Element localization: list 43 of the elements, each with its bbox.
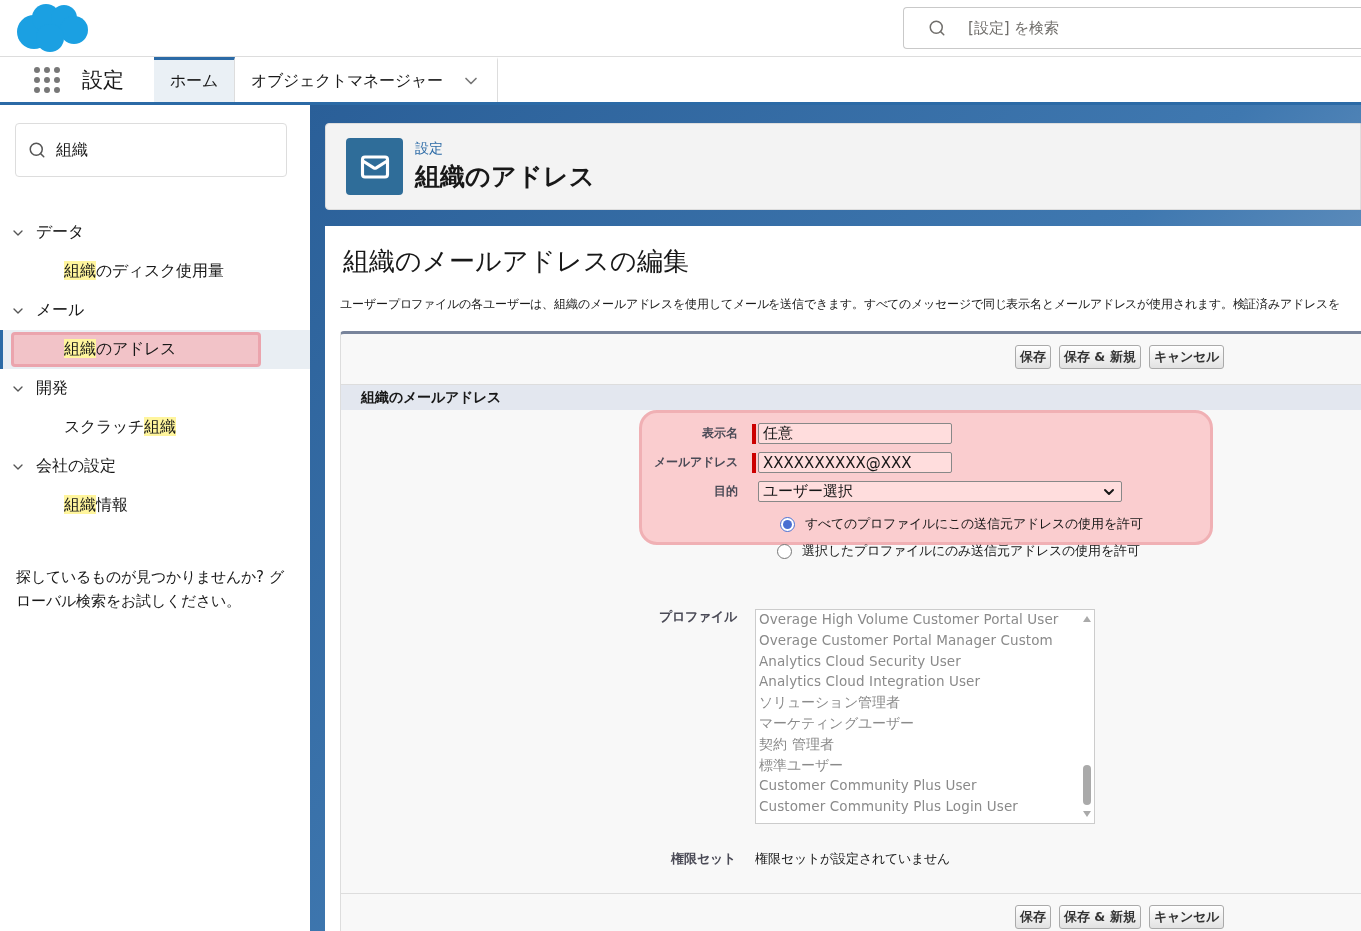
sidebar-item-label[interactable]: スクラッチ組織 (11, 410, 261, 445)
sidebar-group-label[interactable]: 開発 (36, 378, 68, 399)
section-header: 組織のメールアドレス (341, 384, 1361, 410)
sidebar-item[interactable]: 組織のアドレス (0, 330, 310, 369)
field-value: 権限セットが設定されていません (755, 850, 950, 868)
radio-label[interactable]: 選択したプロファイルにのみ送信元アドレスの使用を許可 (802, 542, 1140, 560)
setup-search-field[interactable]: [設定] を検索 (903, 7, 1361, 49)
app-name: 設定 (82, 66, 124, 94)
field-label: プロファイル (659, 609, 738, 626)
sidebar-item-label[interactable]: 組織情報 (11, 488, 213, 523)
action-button[interactable]: キャンセル (1148, 345, 1224, 369)
sidebar-group-label[interactable]: メール (36, 300, 84, 321)
sidebar-group-label[interactable]: データ (36, 222, 84, 243)
input-field[interactable]: 任意 (758, 423, 952, 444)
input-field[interactable]: XXXXXXXXXX@XXX (758, 452, 952, 473)
field-label: 権限セット (671, 850, 737, 868)
page-title: 組織のアドレス (415, 161, 595, 193)
radio-button[interactable] (780, 516, 795, 532)
search-icon (28, 141, 46, 159)
field-label: 目的 (713, 483, 738, 500)
field-label: 表示名 (701, 425, 738, 442)
sidebar-item-label[interactable]: 組織のアドレス (11, 332, 261, 367)
purpose-select[interactable]: ユーザー選択 (758, 481, 1122, 502)
description: ユーザープロファイルの各ユーザーは、組織のメールアドレスを使用してメールを送信できます。すべてのメッセージで同じ表示名とメールアドレスが使用されます。検証済みアドレスを (340, 296, 1341, 313)
sidebar-item[interactable]: 組織情報 (0, 486, 310, 525)
action-button[interactable]: 保存 & 新規 (1059, 905, 1141, 929)
breadcrumb: 設定 (415, 140, 444, 158)
sidebar-item[interactable]: スクラッチ組織 (0, 408, 310, 447)
action-button[interactable]: キャンセル (1148, 905, 1224, 929)
action-button[interactable]: 保存 & 新規 (1059, 345, 1141, 369)
search-icon (928, 19, 946, 37)
content-title: 組織のメールアドレスの編集 (343, 245, 690, 278)
action-button[interactable]: 保存 (1015, 905, 1051, 929)
field-label: メールアドレス (653, 454, 738, 471)
mail-icon (346, 138, 403, 195)
sidebar-group-label[interactable]: 会社の設定 (36, 456, 116, 477)
help-text: 探しているものが見つかりませんか? グローバル検索をお試しください。 (16, 567, 285, 612)
app-launcher-icon[interactable] (34, 66, 60, 93)
sidebar-search-field[interactable]: 組織 (15, 123, 287, 177)
radio-label[interactable]: すべてのプロファイルにこの送信元アドレスの使用を許可 (805, 515, 1143, 533)
action-button[interactable]: 保存 (1015, 345, 1051, 369)
cloud-logo (16, 3, 88, 53)
nav-tab[interactable]: ホーム (154, 57, 235, 102)
